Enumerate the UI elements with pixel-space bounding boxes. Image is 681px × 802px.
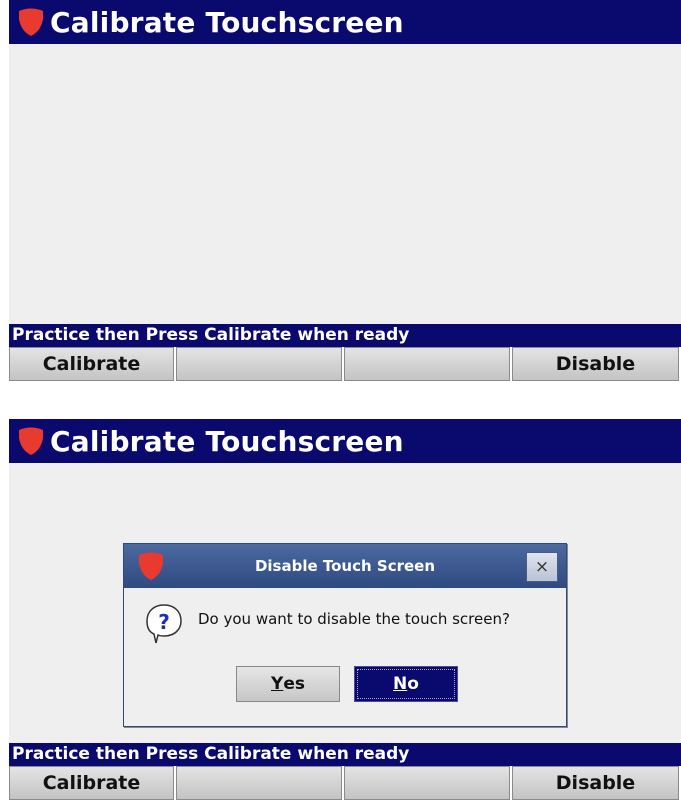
calibrate-softkey[interactable]: Calibrate — [9, 766, 174, 800]
status-bar: Practice then Press Calibrate when ready — [9, 743, 681, 766]
calibrate-softkey[interactable]: Calibrate — [9, 347, 174, 381]
status-bar: Practice then Press Calibrate when ready — [9, 324, 681, 347]
svg-text:?: ? — [158, 610, 170, 634]
softkey-3[interactable] — [344, 347, 510, 381]
yes-button[interactable]: Yes — [236, 666, 340, 702]
softkey-bar: Calibrate Disable — [9, 766, 681, 802]
disable-touch-dialog: Disable Touch Screen × ? Do you want to … — [123, 543, 567, 727]
close-icon[interactable]: × — [526, 552, 558, 582]
title-bar: Calibrate Touchscreen — [9, 419, 681, 463]
no-label-rest: o — [407, 674, 419, 694]
dialog-message: Do you want to disable the touch screen? — [198, 610, 510, 628]
page-title: Calibrate Touchscreen — [50, 5, 404, 39]
no-mnemonic: N — [393, 674, 408, 694]
softkey-2[interactable] — [176, 347, 342, 381]
page-title: Calibrate Touchscreen — [50, 424, 404, 458]
yes-label-rest: es — [283, 674, 305, 694]
no-button[interactable]: No — [354, 666, 458, 702]
dialog-title: Disable Touch Screen — [254, 557, 436, 575]
disable-softkey[interactable]: Disable — [512, 347, 679, 381]
yes-mnemonic: Y — [271, 674, 284, 694]
softkey-3[interactable] — [344, 766, 510, 800]
content-area: Disable Touch Screen × ? Do you want to … — [9, 463, 681, 743]
content-area[interactable] — [9, 44, 681, 324]
disable-softkey[interactable]: Disable — [512, 766, 679, 800]
softkey-2[interactable] — [176, 766, 342, 800]
calibrate-screen-1: Calibrate Touchscreen Practice then Pres… — [9, 0, 681, 385]
dialog-title-bar[interactable]: Disable Touch Screen × — [124, 544, 566, 588]
question-bubble-icon: ? — [144, 602, 184, 646]
red-shield-icon — [12, 4, 50, 40]
red-shield-icon — [12, 423, 50, 459]
calibrate-screen-2: Calibrate Touchscreen Disable Touch Scre… — [9, 419, 681, 800]
softkey-bar: Calibrate Disable — [9, 347, 681, 383]
title-bar: Calibrate Touchscreen — [9, 0, 681, 44]
